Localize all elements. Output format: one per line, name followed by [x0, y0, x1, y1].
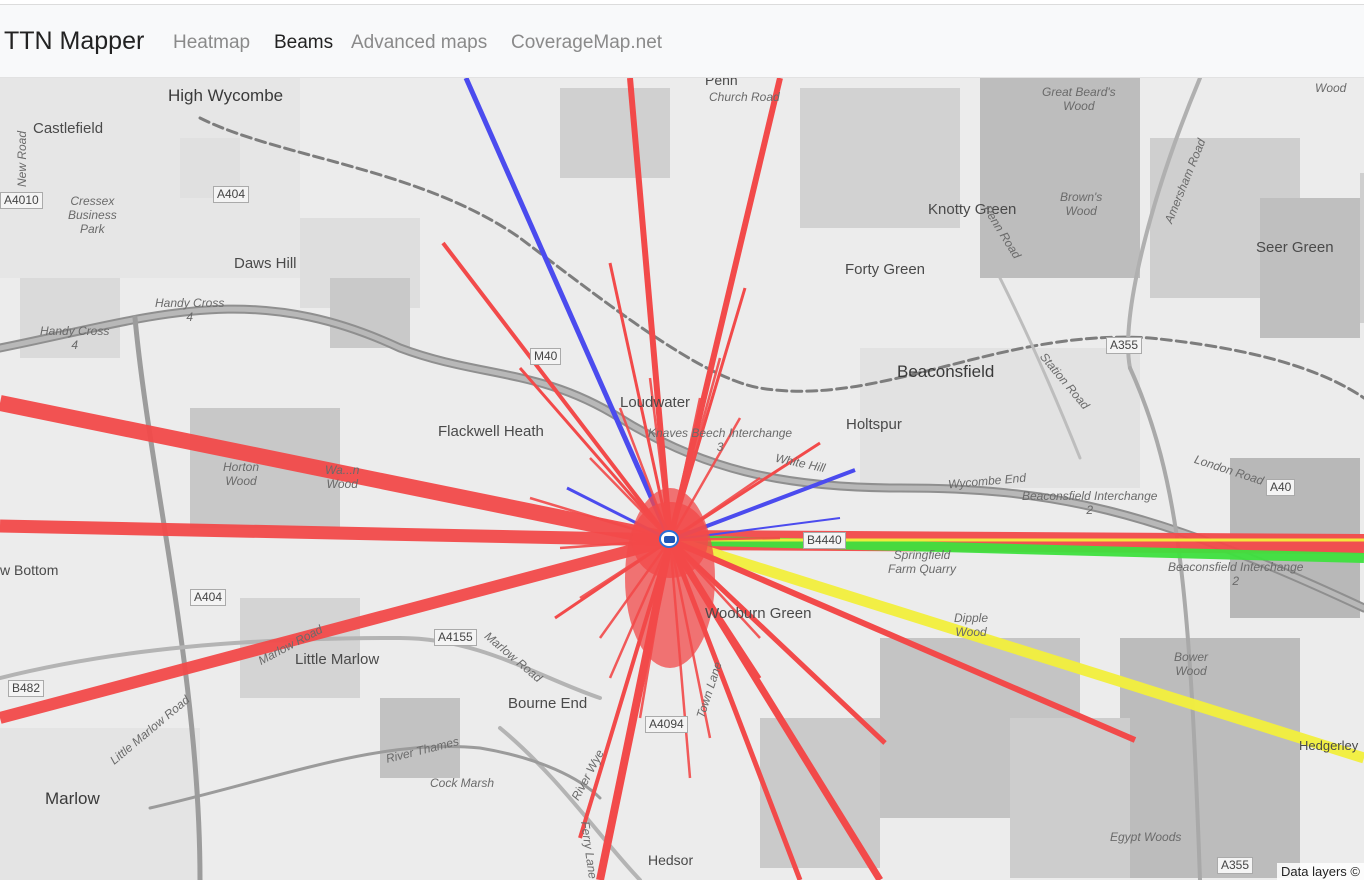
label-great-beards-wood: Great Beard's Wood [1042, 85, 1116, 113]
label-seer-green: Seer Green [1256, 239, 1334, 256]
road-shield-a404-1: A404 [213, 186, 250, 203]
label-loudwater: Loudwater [620, 394, 691, 411]
label-holtspur: Holtspur [846, 416, 902, 433]
navbar: TTN Mapper Heatmap Beams Advanced maps C… [0, 5, 1364, 78]
label-beaconsfield-interchange-2: Beaconsfield Interchange 2 [1168, 560, 1304, 588]
label-beaconsfield-interchange-1: Beaconsfield Interchange 2 [1022, 489, 1158, 517]
label-knaves-beech: Knaves Beech Interchange 3 [648, 426, 793, 454]
label-new-road: New Road [15, 130, 30, 188]
road-shield-a355-2: A355 [1217, 857, 1254, 874]
label-hedgerley: Hedgerley [1299, 738, 1359, 753]
label-bourne-end: Bourne End [508, 695, 588, 712]
gateway-marker-icon[interactable] [659, 530, 679, 548]
road-shield-a4155: A4155 [434, 629, 477, 646]
brand-logo[interactable]: TTN Mapper [4, 27, 144, 56]
label-penn: Penn [705, 78, 738, 88]
label-church-road: Church Road [709, 90, 780, 104]
label-handy-cross-2: Handy Cross 4 [40, 324, 110, 352]
label-cock-marsh: Cock Marsh [430, 776, 495, 790]
road-shield-b482: B482 [8, 680, 45, 697]
road-shield-a40: A40 [1266, 479, 1296, 496]
label-springfield: Springfield Farm Quarry [888, 548, 957, 576]
road-shield-a4010: A4010 [0, 192, 43, 209]
label-handy-cross-1: Handy Cross 4 [155, 296, 225, 324]
road-shield-a355-1: A355 [1106, 337, 1143, 354]
nav-heatmap[interactable]: Heatmap [173, 32, 250, 54]
road-shield-b4440: B4440 [803, 532, 846, 549]
label-horton-wood: Horton Wood [223, 460, 260, 488]
label-high-wycombe: High Wycombe [168, 86, 284, 105]
label-forty-green: Forty Green [845, 261, 926, 278]
label-little-marlow: Little Marlow [295, 651, 380, 668]
label-hedsor: Hedsor [648, 852, 694, 868]
road-shield-a4094: A4094 [645, 716, 688, 733]
label-beaconsfield: Beaconsfield [897, 362, 995, 381]
label-egypt-woods: Egypt Woods [1110, 830, 1182, 844]
label-wa-wood: Wa...n Wood [325, 463, 360, 491]
label-knotty-green: Knotty Green [928, 201, 1017, 218]
label-browns-wood: Brown's Wood [1060, 190, 1103, 218]
label-marlow: Marlow [45, 789, 100, 808]
map-scroll-handle[interactable] [1360, 173, 1364, 323]
map-canvas[interactable]: High Wycombe Castlefield Cressex Busines… [0, 78, 1364, 880]
map-base [0, 78, 1364, 880]
road-shield-m40: M40 [530, 348, 562, 365]
label-castlefield: Castlefield [33, 120, 104, 137]
label-wooburn-green: Wooburn Green [705, 605, 812, 622]
label-bower-wood: Bower Wood [1174, 650, 1209, 678]
nav-coveragemap[interactable]: CoverageMap.net [511, 32, 662, 54]
label-flackwell-heath: Flackwell Heath [438, 423, 544, 440]
label-dipple-wood: Dipple Wood [954, 611, 989, 639]
label-wood-top-right: Wood [1315, 81, 1347, 95]
label-cressex: Cressex Business Park [68, 194, 117, 236]
road-shield-a404-2: A404 [190, 589, 227, 606]
map-attribution[interactable]: Data layers © [1277, 863, 1364, 880]
nav-advanced-maps[interactable]: Advanced maps [351, 32, 487, 54]
label-w-bottom: w Bottom [0, 562, 59, 578]
label-daws-hill: Daws Hill [234, 255, 297, 272]
nav-beams[interactable]: Beams [274, 32, 333, 54]
